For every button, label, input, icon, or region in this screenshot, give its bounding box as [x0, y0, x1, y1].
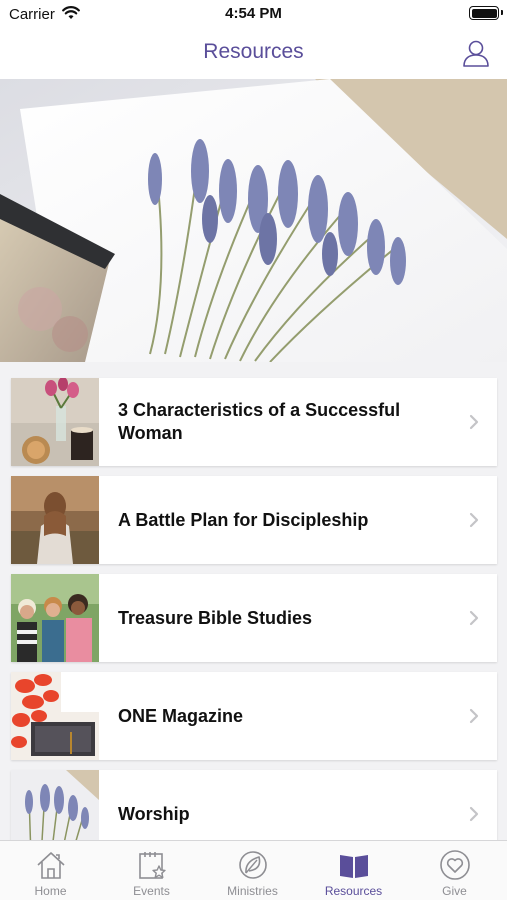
- chevron-right-icon: [469, 610, 479, 626]
- tab-ministries[interactable]: Ministries: [202, 841, 303, 900]
- list-item-title: ONE Magazine: [118, 705, 244, 726]
- tab-label: Ministries: [227, 884, 278, 898]
- women-group-photo: [11, 574, 99, 662]
- nav-bar: Resources: [0, 28, 507, 79]
- lavender-photo: [0, 79, 507, 362]
- tab-label: Home: [34, 884, 67, 898]
- red-leaves-laptop-photo: [11, 672, 99, 760]
- tab-label: Give: [442, 884, 467, 898]
- status-time: 4:54 PM: [225, 5, 282, 22]
- user-icon[interactable]: [461, 38, 491, 68]
- list-item[interactable]: A Battle Plan for Discipleship: [11, 476, 497, 564]
- woman-field-photo: [11, 476, 99, 564]
- chevron-right-icon: [469, 414, 479, 430]
- tab-resources[interactable]: Resources: [303, 841, 404, 900]
- tab-events[interactable]: Events: [101, 841, 202, 900]
- chevron-right-icon: [469, 708, 479, 724]
- tab-label: Events: [133, 884, 170, 898]
- chevron-right-icon: [469, 806, 479, 822]
- list-item[interactable]: ONE Magazine: [11, 672, 497, 760]
- tab-give[interactable]: Give: [404, 841, 505, 900]
- list-item-title: A Battle Plan for Discipleship: [118, 509, 369, 530]
- chevron-right-icon: [469, 512, 479, 528]
- calendar-star-icon: [139, 852, 166, 879]
- tab-label: Resources: [324, 884, 383, 898]
- home-icon: [37, 852, 65, 879]
- status-bar: Carrier 4:54 PM: [0, 0, 507, 28]
- heart-circle-icon: [440, 850, 470, 880]
- book-icon: [340, 855, 368, 878]
- battery-icon: [469, 6, 503, 20]
- tab-home[interactable]: Home: [0, 841, 101, 900]
- list-item-title: 3 Characteristics of a Successful Woman: [118, 400, 401, 443]
- tab-bar: Home Events Ministries Resources Give: [0, 840, 507, 900]
- leaf-icon: [239, 851, 267, 879]
- page-title: Resources: [203, 40, 304, 63]
- list-item[interactable]: 3 Characteristics of a Successful Woman: [11, 378, 497, 466]
- list-item[interactable]: Treasure Bible Studies: [11, 574, 497, 662]
- flowers-coffee-photo: [11, 378, 99, 466]
- hero-image: [0, 79, 507, 362]
- list-item-title: Treasure Bible Studies: [118, 607, 313, 628]
